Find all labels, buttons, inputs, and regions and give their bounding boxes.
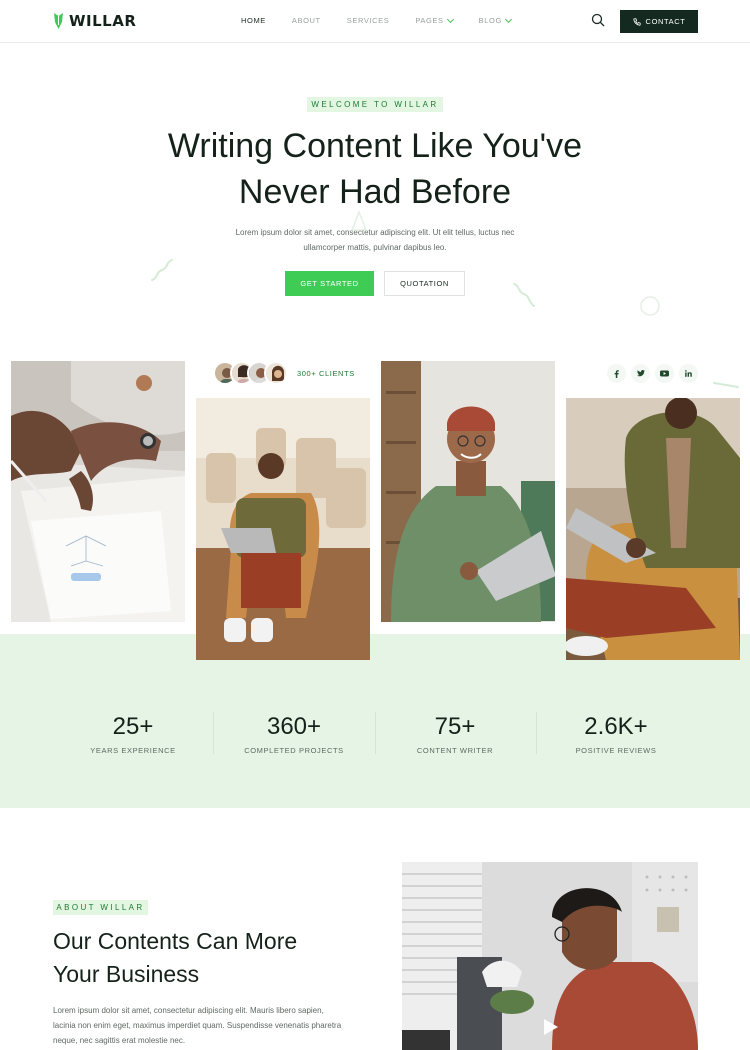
contact-label: CONTACT xyxy=(645,17,686,26)
about-description: Lorem ipsum dolor sit amet, consectetur … xyxy=(53,1003,353,1048)
about-video-thumbnail[interactable] xyxy=(402,862,698,1050)
play-icon[interactable] xyxy=(537,1012,559,1034)
youtube-icon xyxy=(660,370,669,377)
chevron-down-icon xyxy=(504,15,512,23)
line-decoration xyxy=(713,382,739,388)
about-tag: ABOUT WILLAR xyxy=(53,900,148,915)
smiling-writer-photo xyxy=(381,361,555,622)
about-desc-line-2: lacinia non enim eget, maximus imperdiet… xyxy=(53,1021,342,1030)
stat-completed-projects: 360+ COMPLETED PROJECTS xyxy=(219,713,369,755)
hero-title: Writing Content Like You've Never Had Be… xyxy=(100,123,650,215)
nav-home[interactable]: HOME xyxy=(241,16,266,25)
twitter-icon xyxy=(636,370,645,377)
stat-content-writer: 75+ CONTENT WRITER xyxy=(380,713,530,755)
writing-notebook-photo xyxy=(11,361,185,622)
about-title-line-1: Our Contents Can More xyxy=(53,928,298,954)
hero-desc-line-2: ullamcorper mattis, pulvinar dapibus leo… xyxy=(303,243,447,252)
nav-about[interactable]: ABOUT xyxy=(292,16,321,25)
circle-decoration xyxy=(640,296,660,316)
triangle-decoration xyxy=(350,210,368,231)
search-button[interactable] xyxy=(591,13,605,27)
stat-label: CONTENT WRITER xyxy=(416,746,494,755)
nav-services[interactable]: SERVICES xyxy=(347,16,390,25)
stat-divider xyxy=(375,712,376,754)
stat-divider xyxy=(536,712,537,754)
chevron-down-icon xyxy=(446,15,454,23)
main-nav: HOME ABOUT SERVICES PAGES BLOG xyxy=(241,15,512,25)
typing-writer-photo xyxy=(566,398,740,660)
phone-icon xyxy=(632,17,641,26)
nav-services-label: SERVICES xyxy=(346,16,390,25)
hero-description: Lorem ipsum dolor sit amet, consectetur … xyxy=(220,225,530,255)
youtube-link[interactable] xyxy=(655,364,674,383)
search-icon xyxy=(591,13,605,27)
logo[interactable]: WILLAR xyxy=(53,12,136,30)
pen-nib-logo-icon xyxy=(54,13,63,29)
linkedin-link[interactable] xyxy=(679,364,698,383)
clients-badge: 300+ CLIENTS xyxy=(213,361,355,385)
stat-years-experience: 25+ YEARS EXPERIENCE xyxy=(58,713,208,755)
squiggle-decoration xyxy=(151,259,173,281)
stat-value: 25+ xyxy=(112,713,154,740)
stat-label: POSITIVE REVIEWS xyxy=(575,746,657,755)
squiggle-decoration xyxy=(513,283,535,307)
hero-tag: WELCOME TO WILLAR xyxy=(307,97,443,112)
linkedin-icon xyxy=(685,370,692,377)
contact-button[interactable]: CONTACT xyxy=(620,10,698,33)
about-desc-line-3: neque, nec sagittis erat molestie nec. xyxy=(53,1036,186,1045)
nav-pages[interactable]: PAGES xyxy=(415,15,454,25)
hero-desc-line-1: Lorem ipsum dolor sit amet, consectetur … xyxy=(235,228,515,237)
stat-value: 75+ xyxy=(434,713,476,740)
writer-in-cafe-photo xyxy=(196,398,370,660)
site-header: WILLAR HOME ABOUT SERVICES PAGES BLOG CO… xyxy=(0,0,750,43)
stat-value: 360+ xyxy=(266,713,322,740)
facebook-icon xyxy=(614,369,619,378)
nav-blog-label: BLOG xyxy=(478,16,502,25)
hero-title-line-2: Never Had Before xyxy=(238,173,512,211)
avatar xyxy=(264,361,288,385)
quotation-button[interactable]: QUOTATION xyxy=(384,271,465,296)
social-links xyxy=(607,364,698,383)
twitter-link[interactable] xyxy=(631,364,650,383)
stat-positive-reviews: 2.6K+ POSITIVE REVIEWS xyxy=(541,713,691,755)
nav-blog[interactable]: BLOG xyxy=(478,15,512,25)
about-desc-line-1: Lorem ipsum dolor sit amet, consectetur … xyxy=(53,1006,324,1015)
nav-about-label: ABOUT xyxy=(291,16,321,25)
facebook-link[interactable] xyxy=(607,364,626,383)
about-title-line-2: Your Business xyxy=(53,961,200,987)
about-title: Our Contents Can More Your Business xyxy=(53,925,353,991)
stat-label: YEARS EXPERIENCE xyxy=(90,746,176,755)
nav-home-label: HOME xyxy=(241,16,266,25)
hero-title-line-1: Writing Content Like You've xyxy=(167,127,583,165)
nav-pages-label: PAGES xyxy=(415,16,444,25)
stat-value: 2.6K+ xyxy=(584,713,648,740)
stat-label: COMPLETED PROJECTS xyxy=(244,746,344,755)
logo-text: WILLAR xyxy=(69,12,137,30)
stat-divider xyxy=(213,712,214,754)
clients-label: 300+ CLIENTS xyxy=(297,368,355,378)
get-started-button[interactable]: GET STARTED xyxy=(285,271,374,296)
